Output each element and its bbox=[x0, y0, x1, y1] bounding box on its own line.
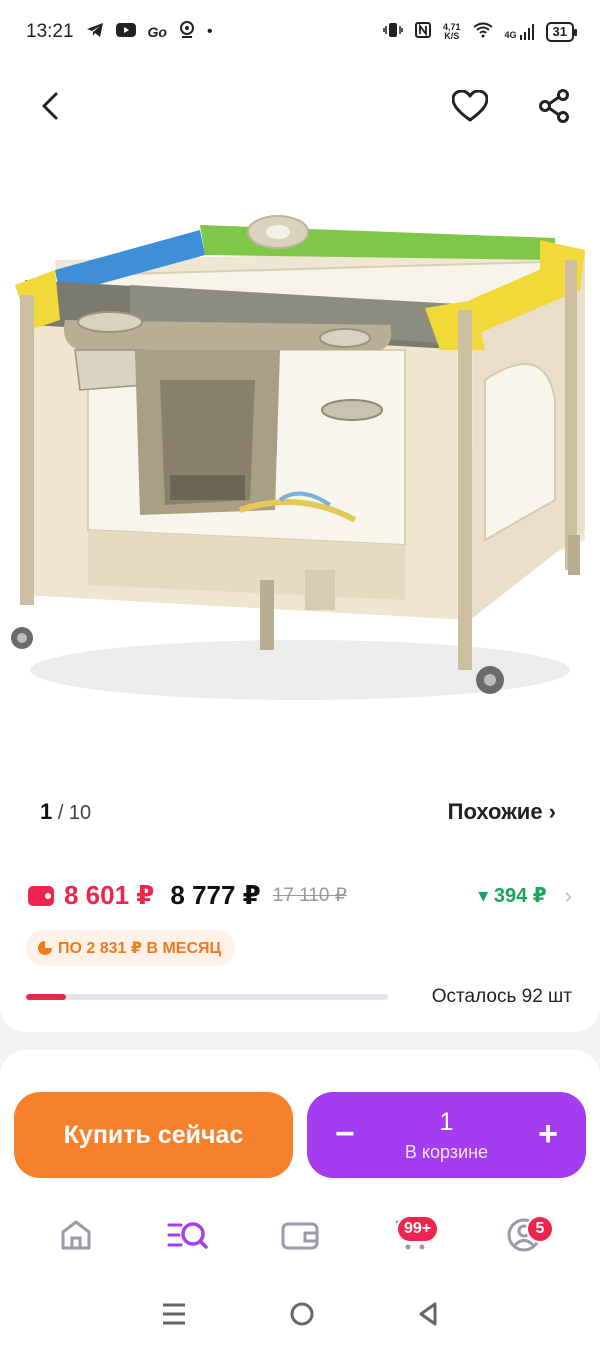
pie-icon bbox=[38, 941, 52, 955]
bottom-tab-bar: 99+ 5 bbox=[0, 1190, 600, 1280]
menu-icon bbox=[163, 1303, 185, 1324]
triangle-back-icon bbox=[419, 1302, 437, 1325]
chevron-left-icon bbox=[42, 92, 58, 119]
top-nav bbox=[0, 80, 600, 136]
tab-cart[interactable]: 99+ bbox=[382, 1205, 442, 1265]
net-speed: 4,71 K/S bbox=[442, 22, 461, 41]
buy-now-button[interactable]: Купить сейчас bbox=[14, 1092, 293, 1178]
stock-progress bbox=[26, 994, 388, 1000]
share-button[interactable] bbox=[538, 88, 570, 128]
price-row[interactable]: 8 601 ₽ 8 777 ₽ 17 110 ₽ ▾ 394 ₽ › bbox=[28, 880, 572, 911]
cart-stepper: − 1 В корзине + bbox=[307, 1092, 586, 1178]
tab-home[interactable] bbox=[46, 1205, 106, 1265]
product-image[interactable] bbox=[0, 200, 600, 720]
wallet-price: 8 601 ₽ bbox=[64, 880, 155, 910]
telegram-icon bbox=[86, 22, 104, 42]
wallet-icon bbox=[28, 885, 54, 906]
catalog-search-icon bbox=[167, 1222, 208, 1249]
profile-badge: 5 bbox=[526, 1215, 554, 1243]
vibrate-icon bbox=[383, 22, 403, 42]
current-price: 8 777 ₽ bbox=[170, 880, 261, 910]
tab-catalog[interactable] bbox=[158, 1205, 218, 1265]
chevron-right-icon: › bbox=[564, 882, 572, 908]
installment-text: ПО 2 831 ₽ В МЕСЯЦ bbox=[58, 940, 222, 957]
system-back-button[interactable] bbox=[417, 1301, 439, 1332]
share-icon bbox=[539, 88, 569, 123]
home-icon bbox=[61, 1220, 91, 1250]
stock-text: Осталось 92 шт bbox=[431, 986, 572, 1007]
location-icon bbox=[179, 21, 195, 43]
cart-count-badge: 99+ bbox=[396, 1215, 440, 1243]
favorite-button[interactable] bbox=[451, 89, 489, 127]
recent-apps-button[interactable] bbox=[161, 1302, 187, 1331]
tab-wallet[interactable] bbox=[270, 1205, 330, 1265]
heart-icon bbox=[451, 89, 489, 121]
stock-progress-fill bbox=[26, 994, 66, 1000]
more-dot-icon: • bbox=[207, 23, 213, 40]
cart-quantity: 1 bbox=[439, 1107, 454, 1136]
increase-quantity-button[interactable]: + bbox=[538, 1116, 558, 1152]
wifi-icon bbox=[472, 22, 493, 42]
wallet-icon bbox=[281, 1222, 319, 1250]
battery-indicator: 31 bbox=[545, 22, 578, 42]
stock-row: Осталось 92 шт bbox=[26, 986, 572, 1008]
similar-link[interactable]: Похожие › bbox=[448, 799, 556, 825]
status-bar: 13:21 Go • 4,71 K/S 4G 31 bbox=[0, 0, 600, 64]
old-price: 17 110 ₽ bbox=[272, 885, 347, 906]
signal-icon: 4G bbox=[505, 24, 534, 40]
back-button[interactable] bbox=[40, 91, 60, 126]
system-nav-bar bbox=[0, 1280, 600, 1352]
gallery-info-bar: 1 / 10 Похожие › bbox=[0, 772, 600, 852]
tab-profile[interactable]: 5 bbox=[494, 1205, 554, 1265]
action-buttons: Купить сейчас − 1 В корзине + bbox=[0, 1092, 600, 1178]
nfc-icon bbox=[414, 22, 431, 42]
home-button[interactable] bbox=[289, 1301, 315, 1332]
decrease-quantity-button[interactable]: − bbox=[335, 1116, 355, 1152]
image-counter: 1 / 10 bbox=[40, 799, 92, 824]
discount-amount: ▾ 394 ₽ bbox=[478, 885, 547, 907]
clock: 13:21 bbox=[26, 21, 74, 42]
app-icon: Go bbox=[147, 24, 167, 40]
installment-badge[interactable]: ПО 2 831 ₽ В МЕСЯЦ bbox=[26, 930, 236, 966]
youtube-icon bbox=[115, 23, 136, 41]
price-card: 8 601 ₽ 8 777 ₽ 17 110 ₽ ▾ 394 ₽ › ПО 2 … bbox=[0, 852, 600, 1032]
in-cart-label: В корзине bbox=[404, 1141, 489, 1162]
circle-icon bbox=[290, 1302, 314, 1325]
